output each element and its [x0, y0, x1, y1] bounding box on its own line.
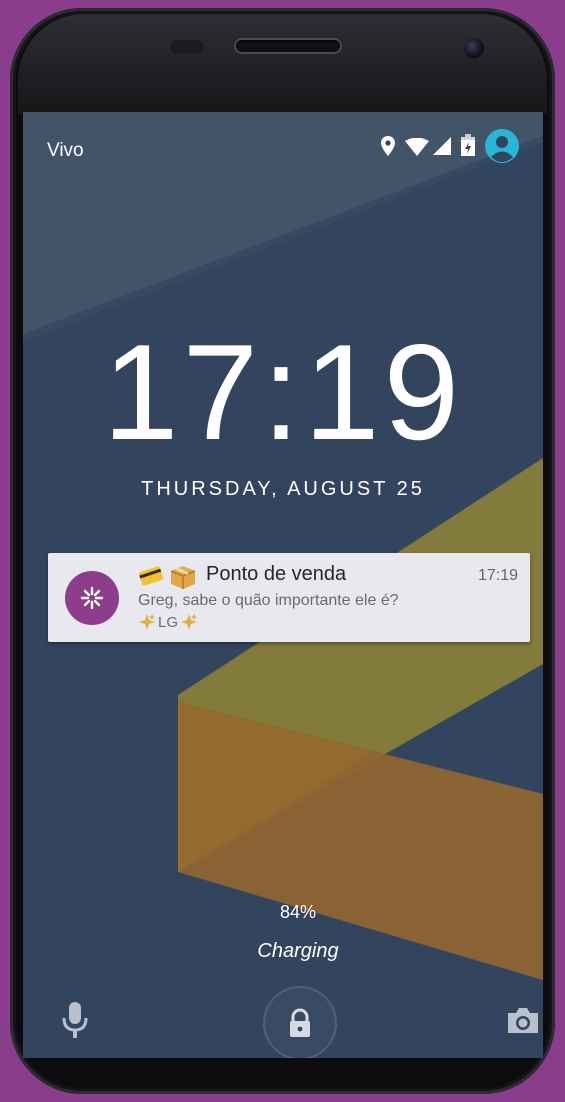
battery-percent: 84%	[279, 902, 317, 922]
lock-icon	[290, 1008, 310, 1037]
earpiece-speaker	[236, 40, 340, 52]
signal-icon	[433, 137, 451, 160]
notification-header: Ponto de venda 17:19	[138, 562, 518, 590]
unlock-button[interactable]	[263, 986, 337, 1058]
signature-text: LG	[158, 614, 179, 631]
phone-frame: Vivo 17:19 THURSDAY, AUGUST 25 Ponto de …	[10, 8, 555, 1094]
wifi-icon	[405, 137, 429, 161]
user-avatar-icon[interactable]	[485, 129, 519, 168]
package-emoji	[170, 565, 196, 594]
charging-label: Charging	[257, 940, 339, 962]
status-bar: Vivo	[23, 112, 543, 163]
notification-body: Greg, sabe o quão importante ele é?	[138, 592, 399, 609]
sparkle-emoji	[180, 613, 198, 635]
notification-title: Ponto de venda	[206, 563, 347, 585]
microphone-icon[interactable]	[59, 1000, 91, 1040]
lock-screen: Vivo 17:19 THURSDAY, AUGUST 25 Ponto de …	[23, 112, 543, 1058]
battery-charging-icon	[461, 134, 475, 161]
camera-icon[interactable]	[506, 1005, 540, 1035]
clock-time: 17:19	[102, 316, 464, 468]
proximity-sensor	[170, 40, 204, 54]
sparkle-asterisk-icon	[65, 571, 119, 625]
lockscreen-clock: 17:19	[23, 324, 543, 461]
lockscreen-date: THURSDAY, AUGUST 25	[141, 478, 425, 500]
notification-card[interactable]: Ponto de venda 17:19 Greg, sabe o quão i…	[48, 553, 530, 642]
credit-card-emoji	[138, 565, 164, 592]
notification-time: 17:19	[477, 567, 518, 584]
location-icon	[381, 136, 395, 161]
front-camera	[464, 38, 484, 58]
carrier-name: Vivo	[47, 140, 84, 161]
sparkle-emoji	[138, 613, 156, 635]
phone-bezel-top	[18, 14, 547, 114]
